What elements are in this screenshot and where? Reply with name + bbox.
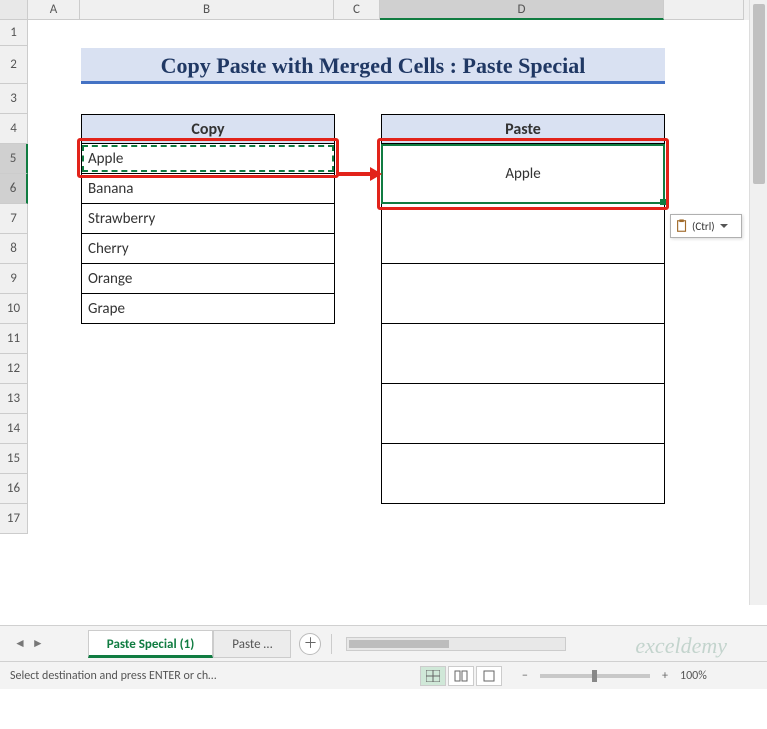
tab-nav-next-icon[interactable]: ►	[32, 636, 44, 651]
vertical-scrollbar-thumb[interactable]	[753, 4, 765, 184]
col-header-B[interactable]: B	[80, 0, 334, 20]
copy-cell-2[interactable]: Banana	[81, 174, 335, 204]
view-page-layout-button[interactable]	[448, 666, 474, 686]
row-header-12[interactable]: 12	[0, 354, 28, 384]
zoom-out-button[interactable]: −	[518, 669, 532, 683]
copy-cell-6[interactable]: Grape	[81, 294, 335, 324]
cell-area[interactable]: Copy Paste with Merged Cells : Paste Spe…	[28, 20, 767, 534]
row-header-10[interactable]: 10	[0, 294, 28, 324]
column-header-row: A B C D	[0, 0, 767, 20]
view-normal-button[interactable]	[420, 666, 446, 686]
tab-active[interactable]: Paste Special (1)	[88, 630, 214, 658]
col-header-extra[interactable]	[664, 0, 744, 20]
zoom-in-button[interactable]: +	[658, 669, 672, 683]
annotation-arrow	[338, 167, 384, 181]
annotation-box-target	[377, 138, 669, 210]
paste-options-label: (Ctrl)	[692, 220, 715, 233]
zoom-slider[interactable]	[540, 674, 650, 678]
row-header-2[interactable]: 2	[0, 46, 28, 84]
status-bar: Select destination and press ENTER or ch…	[0, 661, 767, 689]
row-header-4[interactable]: 4	[0, 114, 28, 144]
chevron-down-icon	[720, 224, 728, 228]
paste-cell-6[interactable]	[381, 444, 665, 504]
row-header-1[interactable]: 1	[0, 20, 28, 46]
clipboard-icon	[675, 219, 689, 233]
page-icon	[454, 670, 468, 682]
worksheet-grid[interactable]: A B C D 1 2 3 4 5 6 7 8 9 10 11 12 13 14…	[0, 0, 767, 625]
paste-cell-4[interactable]	[381, 324, 665, 384]
grid-icon	[426, 670, 440, 682]
paste-options-button[interactable]: (Ctrl)	[670, 214, 742, 238]
row-header-3[interactable]: 3	[0, 84, 28, 114]
col-header-D[interactable]: D	[380, 0, 664, 20]
row-header-13[interactable]: 13	[0, 384, 28, 414]
tab-nav-prev-icon[interactable]: ◄	[14, 636, 26, 651]
row-header-5[interactable]: 5	[0, 144, 28, 174]
row-header-15[interactable]: 15	[0, 444, 28, 474]
select-all-corner[interactable]	[0, 0, 28, 20]
copy-cell-4[interactable]: Cherry	[81, 234, 335, 264]
row-header-17[interactable]: 17	[0, 504, 28, 534]
tab-nav-arrows[interactable]: ◄ ►	[0, 636, 58, 651]
row-header-6[interactable]: 6	[0, 174, 28, 204]
annotation-box-source	[77, 138, 339, 178]
copy-cell-5[interactable]: Orange	[81, 264, 335, 294]
vertical-scrollbar[interactable]	[749, 0, 767, 605]
row-header-16[interactable]: 16	[0, 474, 28, 504]
row-header-7[interactable]: 7	[0, 204, 28, 234]
tab-separator	[331, 634, 332, 654]
row-header-8[interactable]: 8	[0, 234, 28, 264]
sheet-tab-bar: ◄ ► Paste Special (1) Paste … ＋	[0, 625, 767, 661]
copy-cell-3[interactable]: Strawberry	[81, 204, 335, 234]
col-header-C[interactable]: C	[334, 0, 380, 20]
paste-cell-2[interactable]	[381, 204, 665, 264]
zoom-level-label[interactable]: 100%	[680, 669, 707, 683]
paste-cell-3[interactable]	[381, 264, 665, 324]
row-header-11[interactable]: 11	[0, 324, 28, 354]
tab-other[interactable]: Paste …	[213, 630, 291, 658]
view-page-break-button[interactable]	[476, 666, 502, 686]
row-header-column: 1 2 3 4 5 6 7 8 9 10 11 12 13 14 15 16 1…	[0, 20, 28, 534]
page-title: Copy Paste with Merged Cells : Paste Spe…	[81, 48, 665, 84]
zoom-control: − + 100%	[518, 669, 707, 683]
col-header-A[interactable]: A	[28, 0, 80, 20]
view-buttons	[420, 666, 502, 686]
horizontal-scrollbar-thumb[interactable]	[349, 640, 449, 648]
status-message: Select destination and press ENTER or ch…	[0, 669, 260, 683]
row-header-14[interactable]: 14	[0, 414, 28, 444]
add-sheet-button[interactable]: ＋	[299, 633, 321, 655]
paste-cell-5[interactable]	[381, 384, 665, 444]
page-break-icon	[482, 670, 496, 682]
horizontal-scrollbar[interactable]	[346, 637, 566, 651]
row-header-9[interactable]: 9	[0, 264, 28, 294]
